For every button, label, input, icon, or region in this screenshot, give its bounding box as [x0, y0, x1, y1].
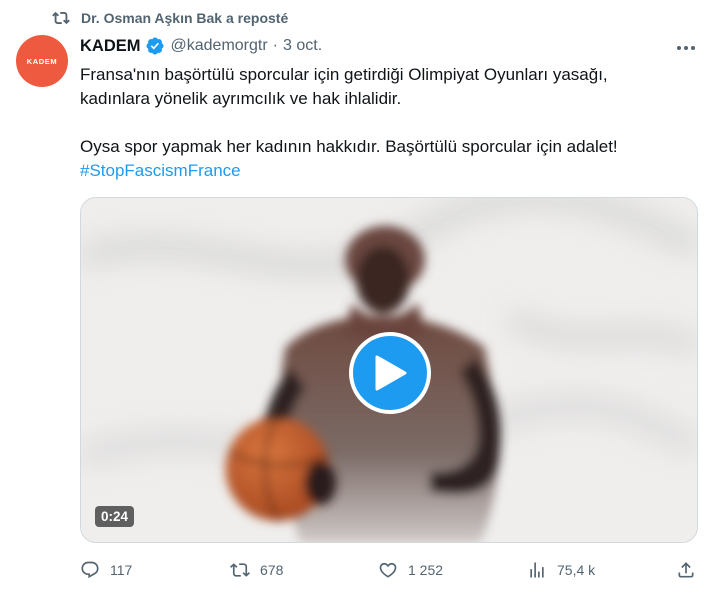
tweet-header: KADEM @kademorgtr · 3 oct. — [80, 36, 322, 56]
post-date[interactable]: 3 oct. — [283, 37, 322, 55]
avatar-logo-text: KADEM — [26, 56, 58, 66]
share-button[interactable] — [676, 560, 696, 580]
action-bar: 117 678 1 252 75,4 k — [80, 560, 700, 584]
reply-button[interactable]: 117 — [80, 560, 132, 580]
play-button[interactable] — [349, 332, 431, 414]
repost-attribution[interactable]: Dr. Osman Aşkın Bak a reposté — [81, 10, 288, 26]
share-icon — [678, 562, 694, 578]
author-handle[interactable]: @kademorgtr — [171, 37, 268, 55]
video-player[interactable]: 0:24 — [80, 197, 698, 543]
view-count: 75,4 k — [557, 562, 596, 578]
more-options-icon[interactable] — [674, 39, 698, 57]
like-count: 1 252 — [408, 562, 444, 578]
views-button[interactable]: 75,4 k — [527, 560, 595, 580]
tweet-line-3: Oysa spor yapmak her kadının hakkıdır. B… — [80, 137, 618, 156]
separator-dot: · — [272, 37, 278, 54]
avatar[interactable]: KADEM — [16, 35, 68, 87]
tweet-line-1: Fransa'nın başörtülü sporcular için geti… — [80, 65, 608, 84]
repost-count: 678 — [260, 562, 284, 578]
author-name[interactable]: KADEM — [80, 37, 141, 56]
reply-count: 117 — [110, 562, 133, 578]
reply-icon — [81, 561, 99, 579]
analytics-icon — [530, 562, 544, 578]
tweet-blank-line — [80, 111, 692, 135]
play-icon — [375, 355, 407, 391]
video-duration: 0:24 — [95, 506, 135, 527]
tweet-text: Fransa'nın başörtülü sporcular için geti… — [80, 63, 692, 183]
verified-badge-icon[interactable] — [145, 36, 165, 56]
repost-action-icon — [230, 563, 250, 577]
like-button[interactable]: 1 252 — [378, 560, 443, 580]
repost-icon — [52, 11, 70, 25]
repost-button[interactable]: 678 — [230, 560, 283, 580]
tweet-line-2: kadınlara yönelik ayrımcılık ve hak ihla… — [80, 89, 402, 108]
heart-icon — [379, 562, 397, 578]
hashtag-link[interactable]: #StopFascismFrance — [80, 159, 692, 183]
